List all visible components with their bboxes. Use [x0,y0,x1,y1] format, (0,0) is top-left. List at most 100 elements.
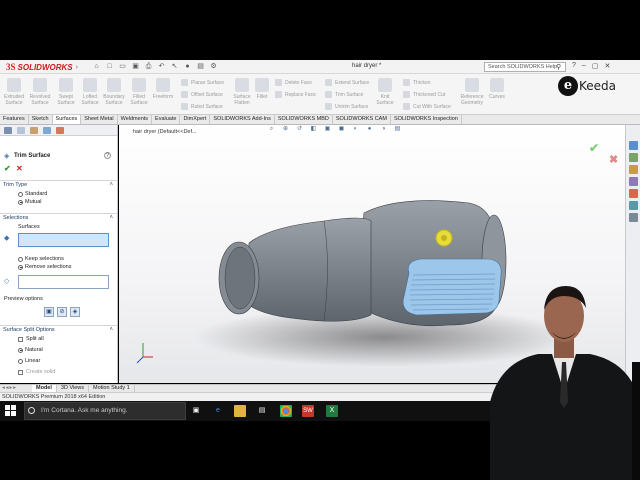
tab-cam[interactable]: SOLIDWORKS CAM [333,115,391,124]
restore-icon[interactable]: ▢ [592,62,599,70]
undo-icon[interactable]: ↶ [157,62,166,71]
solidworks-taskbar-icon[interactable]: SW [302,405,314,417]
standard-radio[interactable]: Standard [18,191,47,197]
fillet-button[interactable]: Fillet [253,78,271,100]
surface-split-header[interactable]: Surface Split Options ˄ [0,325,117,334]
tab-model[interactable]: Model [32,385,57,392]
help-icon[interactable]: ? [572,62,576,70]
show-included-icon[interactable]: ▣ [44,307,54,317]
start-button[interactable] [5,405,17,417]
swept-surface-button[interactable]: Swept Surface [54,78,78,106]
file-explorer-icon[interactable] [234,405,246,417]
save-icon[interactable]: ▣ [131,62,140,71]
design-library-icon[interactable] [629,153,638,162]
solidworks-menu[interactable]: 3S SOLIDWORKS › [6,62,78,72]
split-all-checkbox[interactable]: Split all [18,336,44,342]
nozzle[interactable] [246,217,372,322]
close-icon[interactable]: ✕ [604,62,610,70]
tab-3d-views[interactable]: 3D Views [57,385,90,392]
filled-surface-button[interactable]: Filled Surface [127,78,151,106]
configuration-icon[interactable] [30,127,38,134]
ok-button[interactable]: ✔ [4,164,11,173]
trim-type-header[interactable]: Trim Type ˄ [0,180,117,189]
delete-face-button[interactable]: Delete Face [275,79,312,86]
extruded-surface-button[interactable]: Extruded Surface [2,78,26,106]
file-explorer-icon[interactable] [629,165,638,174]
surfaces-selection-box[interactable] [18,233,109,247]
cut-with-surface-button[interactable]: Cut With Surface [403,103,451,110]
tab-inspection[interactable]: SOLIDWORKS Inspection [391,115,462,124]
freeform-button[interactable]: Freeform [151,78,175,100]
trim-surface-button[interactable]: Trim Surface [325,91,363,98]
presenter-video-overlay [490,286,640,480]
selections-header[interactable]: Selections ˄ [0,213,117,222]
untrim-surface-button[interactable]: Untrim Surface [325,103,368,110]
print-icon[interactable]: ⎙ [144,62,153,71]
home-icon[interactable]: ⌂ [92,62,101,71]
tab-dimxpert[interactable]: DimXpert [180,115,211,124]
show-excluded-icon[interactable]: ⊘ [57,307,67,317]
property-manager-icon[interactable] [17,127,25,134]
tab-scroll-arrows[interactable]: ◂◂▸▸ [0,385,32,392]
show-all-icon[interactable]: ◈ [70,307,80,317]
boundary-surface-button[interactable]: Boundary Surface [102,78,126,106]
create-solid-checkbox[interactable]: Create solid [18,369,55,375]
new-document-icon[interactable]: □ [105,62,114,71]
surface-flatten-button[interactable]: Surface Flatten [229,78,255,106]
planar-surface-icon [181,79,188,86]
help-icon[interactable]: ? [104,152,111,159]
tab-mbd[interactable]: SOLIDWORKS MBD [275,115,333,124]
thicken-button[interactable]: Thicken [403,79,431,86]
view-palette-icon[interactable] [629,177,638,186]
open-icon[interactable]: ▭ [118,62,127,71]
select-icon[interactable]: ↖ [170,62,179,71]
store-icon[interactable]: ▤ [256,405,268,417]
remove-selections-radio[interactable]: Remove selections [18,264,71,270]
edge-browser-icon[interactable]: e [212,405,224,417]
thickened-cut-button[interactable]: Thickened Cut [403,91,445,98]
rebuild-icon[interactable]: ● [183,62,192,71]
resources-icon[interactable] [629,141,638,150]
lofted-surface-button[interactable]: Lofted Surface [78,78,102,106]
air-intake-selected-surface[interactable] [402,258,502,316]
extend-surface-button[interactable]: Extend Surface [325,79,369,86]
tab-addins[interactable]: SOLIDWORKS Add-Ins [210,115,275,124]
tab-features[interactable]: Features [0,115,29,124]
custom-properties-icon[interactable] [629,201,638,210]
tab-evaluate[interactable]: Evaluate [152,115,181,124]
cortana-search-box[interactable]: I'm Cortana. Ask me anything. [24,402,186,420]
minimize-icon[interactable]: – [582,62,586,70]
tab-motion-study[interactable]: Motion Study 1 [89,385,135,392]
mutual-radio[interactable]: Mutual [18,199,42,205]
tab-sheet-metal[interactable]: Sheet Metal [81,115,118,124]
natural-radio[interactable]: Natural [18,347,43,353]
replace-face-button[interactable]: Replace Face [275,91,316,98]
search-icon[interactable]: ⚲ [556,63,561,71]
planar-surface-button[interactable]: Planar Surface [181,79,224,86]
ruled-surface-button[interactable]: Ruled Surface [181,103,223,110]
cancel-button[interactable]: ✕ [16,164,23,173]
revolved-surface-button[interactable]: Revolved Surface [28,78,52,106]
curves-button[interactable]: Curves [487,78,507,100]
task-view-icon[interactable]: ▣ [190,405,202,417]
reference-geometry-button[interactable]: Reference Geometry [458,78,486,106]
tab-weldments[interactable]: Weldments [118,115,153,124]
tab-surfaces[interactable]: Surfaces [52,115,82,124]
dimxpert-icon[interactable] [43,127,51,134]
feature-tree-icon[interactable] [4,127,12,134]
keep-selections-radio[interactable]: Keep selections [18,256,64,262]
file-properties-icon[interactable]: ▤ [196,62,205,71]
options-icon[interactable]: ⚙ [209,62,218,71]
excel-icon[interactable]: X [326,405,338,417]
search-input[interactable]: Search SOLIDWORKS Help [484,62,566,72]
tab-sketch[interactable]: Sketch [29,115,53,124]
offset-surface-button[interactable]: Offset Surface [181,91,223,98]
appearances-icon[interactable] [629,189,638,198]
pieces-selection-box[interactable] [18,275,109,289]
linear-radio[interactable]: Linear [18,358,40,364]
chrome-icon[interactable] [280,405,292,417]
tool-label: Fillet [256,94,268,100]
knit-surface-button[interactable]: Knit Surface [374,78,396,106]
forum-icon[interactable] [629,213,638,222]
appearance-icon[interactable] [56,127,64,134]
